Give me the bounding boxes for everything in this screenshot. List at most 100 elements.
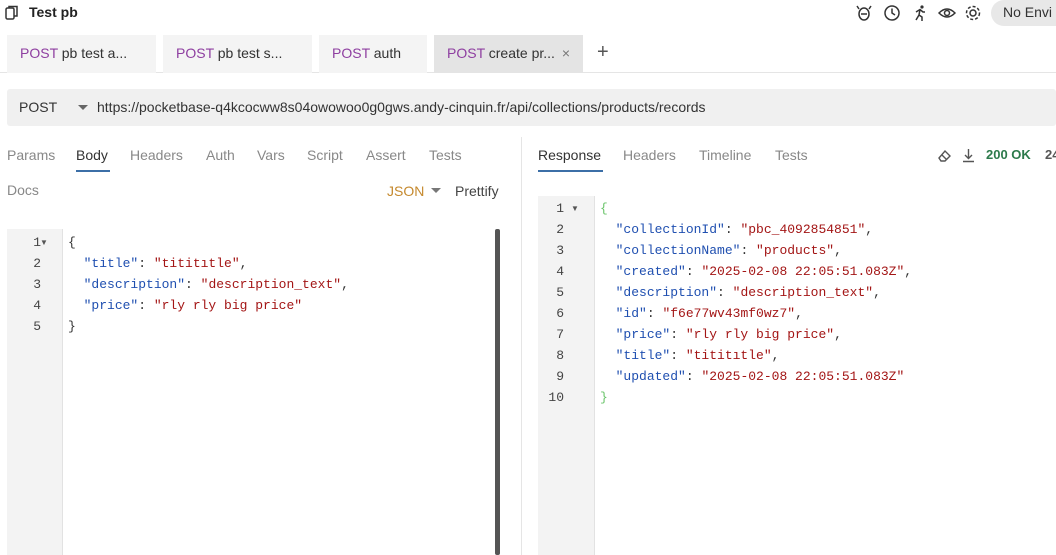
tab-response-tests[interactable]: Tests <box>775 147 808 163</box>
brace: { <box>68 235 76 250</box>
gear-icon[interactable] <box>964 4 982 22</box>
json-value: "2025-02-08 22:05:51.083Z" <box>701 264 905 279</box>
chevron-down-icon[interactable] <box>431 188 441 193</box>
tab-response[interactable]: Response <box>538 147 601 163</box>
editor-scrollbar[interactable] <box>495 229 500 555</box>
tab-label: pb test a... <box>61 45 128 61</box>
line-number: 7 <box>556 327 564 342</box>
tab-auth[interactable]: Auth <box>206 147 235 163</box>
code-line: "description": "description_text", <box>83 277 349 292</box>
tab-label: pb test s... <box>217 45 283 61</box>
line-number: 9 <box>556 369 564 384</box>
code-line: { <box>600 201 608 216</box>
tab-method: POST <box>332 45 370 61</box>
json-value: "tititıtle" <box>153 256 240 271</box>
code-line: "id": "f6e77wv43mf0wz7", <box>615 306 803 321</box>
line-number: 10 <box>548 390 564 405</box>
collection-title: Test pb <box>29 4 78 20</box>
tab-label: auth <box>373 45 402 61</box>
tab-response-headers[interactable]: Headers <box>623 147 676 163</box>
tab-method: POST <box>20 45 58 61</box>
line-number: 8 <box>556 348 564 363</box>
body-format-selector[interactable]: JSON <box>387 183 424 199</box>
tab-create-products[interactable]: POST create pr... × <box>434 35 583 73</box>
code-line: "created": "2025-02-08 22:05:51.083Z", <box>615 264 913 279</box>
json-value: "description_text" <box>732 285 874 300</box>
code-line: "description": "description_text", <box>615 285 881 300</box>
eraser-icon[interactable] <box>937 148 952 163</box>
eye-icon[interactable] <box>938 4 956 22</box>
json-value: "tititıtle" <box>685 348 772 363</box>
json-key: "price" <box>615 327 671 342</box>
line-number: 1 <box>556 201 564 216</box>
app-icon <box>5 5 18 20</box>
method-selector[interactable]: POST <box>19 99 57 115</box>
json-key: "title" <box>83 256 139 271</box>
tab-assert[interactable]: Assert <box>366 147 406 163</box>
add-tab-button[interactable]: + <box>597 41 609 64</box>
tab-pb-test-a[interactable]: POST pb test a... <box>7 35 156 73</box>
code-line: } <box>68 319 76 334</box>
brace: } <box>68 319 76 334</box>
request-body-editor[interactable]: 1 ▼ 2 3 4 5 { "title": "tititıtle", "des… <box>7 229 500 555</box>
line-number: 6 <box>556 306 564 321</box>
json-key: "collectionId" <box>615 222 725 237</box>
tab-pb-test-s[interactable]: POST pb test s... <box>163 35 312 73</box>
tab-params[interactable]: Params <box>7 147 55 163</box>
prettify-button[interactable]: Prettify <box>455 183 499 199</box>
bug-icon[interactable] <box>855 4 873 22</box>
title-bar: Test pb No Envi <box>0 0 1056 26</box>
line-number: 5 <box>556 285 564 300</box>
tab-body[interactable]: Body <box>76 147 108 163</box>
json-key: "price" <box>83 298 139 313</box>
json-value: "rly rly big price" <box>153 298 303 313</box>
chevron-down-icon[interactable] <box>78 105 88 110</box>
code-line: "updated": "2025-02-08 22:05:51.083Z" <box>615 369 905 384</box>
runner-icon[interactable] <box>911 4 929 22</box>
request-tabs: POST pb test a... POST pb test s... POST… <box>0 33 1056 73</box>
url-input[interactable]: https://pocketbase-q4kcocww8s04owowoo0g0… <box>97 99 706 115</box>
json-key: "title" <box>615 348 671 363</box>
tab-vars[interactable]: Vars <box>257 147 285 163</box>
code-line: "title": "tititıtle", <box>83 256 248 271</box>
response-time: 24 <box>1045 147 1056 162</box>
json-value: "pbc_4092854851" <box>740 222 866 237</box>
status-badge: 200 OK <box>986 147 1031 162</box>
response-viewer[interactable]: 1 ▼ 2 3 4 5 6 7 8 9 10 { "collectionId":… <box>538 196 1056 555</box>
code-line: "price": "rly rly big price", <box>615 327 842 342</box>
tab-docs[interactable]: Docs <box>7 182 39 198</box>
code-line: "collectionId": "pbc_4092854851", <box>615 222 874 237</box>
code-line: "price": "rly rly big price" <box>83 298 303 313</box>
line-number: 4 <box>33 298 41 313</box>
tab-headers[interactable]: Headers <box>130 147 183 163</box>
tab-script[interactable]: Script <box>307 147 343 163</box>
active-tab-indicator <box>76 170 110 172</box>
code-line: "title": "tititıtle", <box>615 348 780 363</box>
close-icon[interactable]: × <box>562 45 570 61</box>
download-icon[interactable] <box>961 148 976 163</box>
json-key: "description" <box>615 285 718 300</box>
json-value: "description_text" <box>200 277 342 292</box>
brace: { <box>600 201 608 216</box>
line-number: 4 <box>556 264 564 279</box>
clock-icon[interactable] <box>883 4 901 22</box>
environment-selector[interactable]: No Envi <box>991 0 1056 26</box>
json-value: "products" <box>756 243 835 258</box>
code-line: } <box>600 390 608 405</box>
json-value: "2025-02-08 22:05:51.083Z" <box>701 369 905 384</box>
tab-tests[interactable]: Tests <box>429 147 462 163</box>
tab-auth[interactable]: POST auth <box>319 35 427 73</box>
tab-label: create pr... <box>488 45 555 61</box>
active-tab-indicator <box>538 170 603 172</box>
json-value: "rly rly big price" <box>685 327 835 342</box>
line-number: 1 <box>33 235 41 250</box>
app-window: Test pb No Envi POST pb test a... POST p… <box>0 0 1056 555</box>
tab-timeline[interactable]: Timeline <box>699 147 751 163</box>
json-key: "created" <box>615 264 686 279</box>
line-number: 3 <box>33 277 41 292</box>
fold-icon[interactable]: ▼ <box>40 238 48 247</box>
url-bar: POST https://pocketbase-q4kcocww8s04owow… <box>7 89 1056 126</box>
tab-method: POST <box>447 45 485 61</box>
fold-icon[interactable]: ▼ <box>571 204 579 213</box>
pane-divider[interactable] <box>521 137 522 555</box>
